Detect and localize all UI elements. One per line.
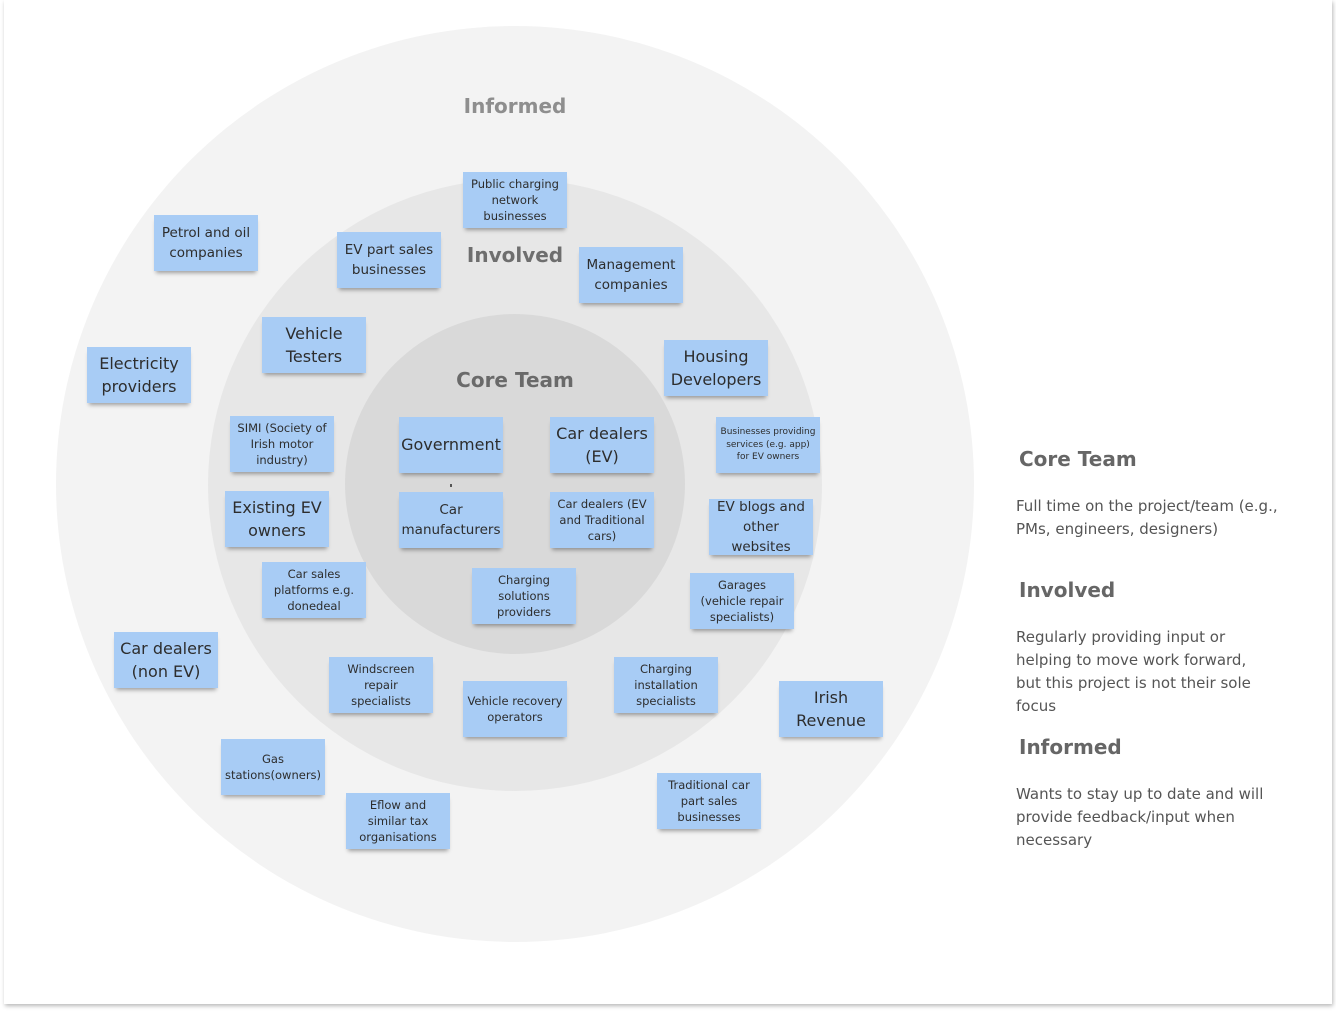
stray-mark [450,484,452,487]
sticky-note[interactable]: Garages (vehicle repair specialists) [690,573,794,629]
sticky-note[interactable]: Car dealers (EV and Traditional cars) [550,492,654,548]
sticky-note[interactable]: Car manufacturers [399,492,503,548]
sticky-note[interactable]: Businesses providing services (e.g. app)… [716,417,820,473]
sticky-note[interactable]: Petrol and oil companies [154,215,258,271]
involved-ring-label: Involved [466,243,564,267]
sticky-note[interactable]: Car dealers (non EV) [114,632,218,688]
legend-description: Wants to stay up to date and will provid… [1016,785,1264,849]
sticky-note[interactable]: SIMI (Society of Irish motor industry) [230,416,334,472]
sticky-note[interactable]: Charging solutions providers [472,568,576,624]
sticky-note[interactable]: Existing EV owners [225,491,329,547]
sticky-note[interactable]: Charging installation specialists [614,657,718,713]
legend-title: Involved [1019,578,1116,602]
sticky-note[interactable]: Car sales platforms e.g. donedeal [262,562,366,618]
sticky-note[interactable]: Public charging network businesses [463,172,567,228]
core-team-ring-label: Core Team [456,368,574,392]
legend-title: Informed [1019,735,1122,759]
informed-ring-label: Informed [463,94,567,118]
legend-informed: Informed Wants to stay up to date and wi… [1016,735,1316,852]
sticky-note[interactable]: Vehicle Testers [262,317,366,373]
legend-core-team: Core Team Full time on the project/team … [1016,447,1316,541]
sticky-note[interactable]: Irish Revenue [779,681,883,737]
legend-involved: Involved Regularly providing input or he… [1016,578,1316,718]
sticky-note[interactable]: Management companies [579,247,683,303]
sticky-note[interactable]: Eflow and similar tax organisations [346,793,450,849]
sticky-note[interactable]: Gas stations(owners) [221,739,325,795]
sticky-note[interactable]: Electricity providers [87,347,191,403]
sticky-note[interactable]: Housing Developers [664,340,768,396]
sticky-note[interactable]: Car dealers (EV) [550,417,654,473]
sticky-note[interactable]: EV part sales businesses [337,232,441,288]
sticky-note[interactable]: EV blogs and other websites [709,499,813,555]
sticky-note[interactable]: Windscreen repair specialists [329,657,433,713]
sticky-note[interactable]: Traditional car part sales businesses [657,773,761,829]
sticky-note[interactable]: Vehicle recovery operators [463,681,567,737]
legend-title: Core Team [1019,447,1137,471]
legend-description: Regularly providing input or helping to … [1016,628,1251,715]
sticky-note[interactable]: Government [399,417,503,473]
legend-description: Full time on the project/team (e.g., PMs… [1016,497,1278,538]
